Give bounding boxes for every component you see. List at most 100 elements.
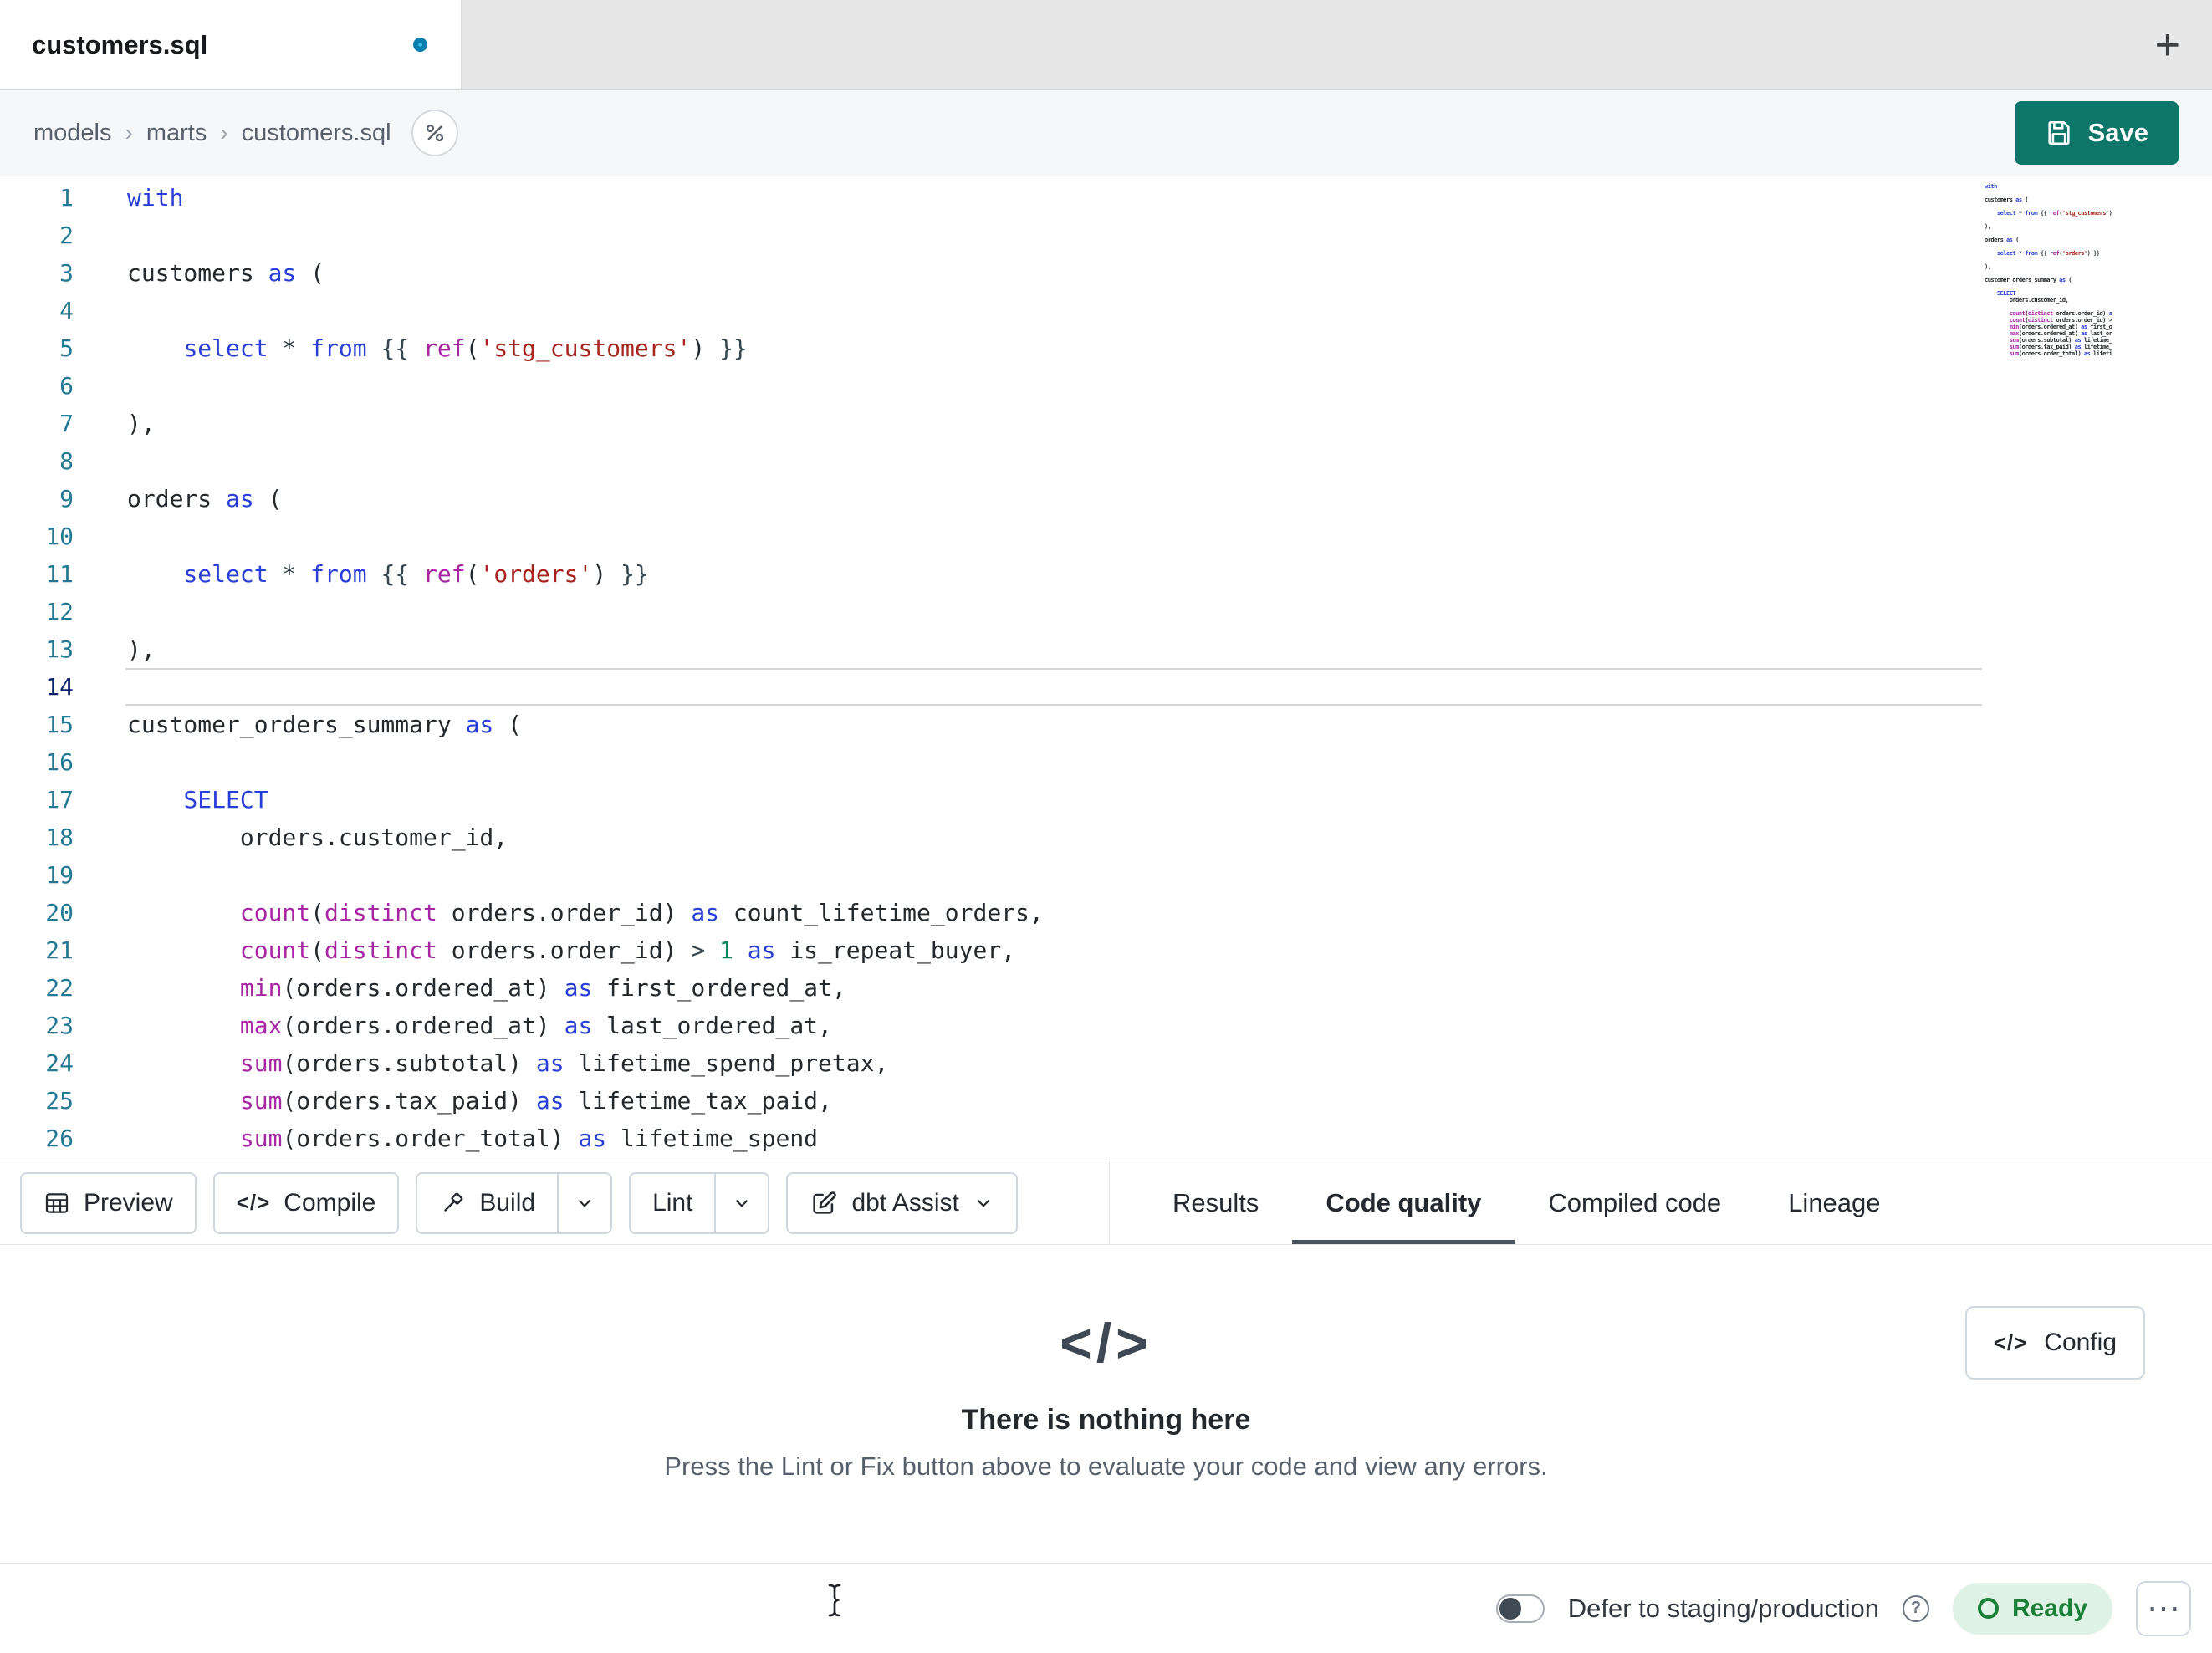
minimap-line: select * from {{ ref('orders') }} (1996, 250, 2100, 257)
minimap-line: sum(orders.tax_paid) as lifetime_tax_pai… (2009, 344, 2112, 350)
code-line[interactable]: 18 orders.customer_id, (0, 819, 2212, 856)
editor-tab-bar: customers.sql + (0, 0, 2212, 90)
line-number: 22 (45, 974, 74, 1002)
line-number: 14 (45, 673, 74, 701)
code-line[interactable]: 19 (0, 856, 2212, 894)
line-number: 10 (45, 523, 74, 550)
code-line[interactable]: 26 sum(orders.order_total) as lifetime_s… (0, 1120, 2212, 1157)
save-button[interactable]: Save (2014, 101, 2179, 165)
line-number: 6 (59, 372, 74, 400)
code-line[interactable]: 1 with (0, 179, 2212, 217)
code-line[interactable]: 12 (0, 593, 2212, 630)
code-line[interactable]: 11 select * from {{ ref('orders') }} (0, 555, 2212, 593)
file-tab-title: customers.sql (32, 29, 208, 59)
build-button[interactable]: Build (417, 1173, 558, 1232)
minimap[interactable]: with customers as ( select * from {{ ref(… (1985, 183, 2112, 384)
new-tab-button[interactable]: + (2147, 23, 2189, 67)
minimap-line: customer_orders_summary as ( (1985, 277, 2072, 283)
help-icon[interactable]: ? (1902, 1594, 1929, 1622)
breadcrumb-separator-icon: › (125, 120, 133, 145)
edit-sparkle-icon (810, 1189, 838, 1217)
code-empty-icon: </> (1060, 1312, 1152, 1374)
code-line[interactable]: 25 sum(orders.tax_paid) as lifetime_tax_… (0, 1082, 2212, 1120)
line-number: 19 (45, 861, 74, 889)
line-number: 26 (45, 1125, 74, 1152)
status-ring-icon (1977, 1598, 1999, 1619)
line-number: 9 (59, 485, 74, 513)
minimap-line (1985, 190, 2112, 196)
minimap-line: min(orders.ordered_at) as first_ordered_… (2009, 324, 2112, 330)
format-button[interactable] (411, 110, 458, 156)
defer-toggle[interactable] (1495, 1594, 1545, 1623)
code-line[interactable]: 24 sum(orders.subtotal) as lifetime_spen… (0, 1044, 2212, 1082)
tab-results[interactable]: Results (1139, 1161, 1292, 1244)
tab-lineage[interactable]: Lineage (1755, 1161, 1913, 1244)
empty-state: </> There is nothing here Press the Lint… (0, 1245, 2212, 1482)
dbt-assist-button[interactable]: dbt Assist (786, 1171, 1018, 1234)
chevron-down-icon (973, 1192, 994, 1214)
build-label: Build (479, 1188, 536, 1217)
tab-compiled-code[interactable]: Compiled code (1515, 1161, 1755, 1244)
code-line[interactable]: 9 orders as ( (0, 480, 2212, 518)
breadcrumb-marts: marts (146, 119, 207, 146)
code-line[interactable]: 14 (0, 668, 2212, 706)
code-line[interactable]: 2 (0, 217, 2212, 254)
code-line[interactable]: 20 count(distinct orders.order_id) as co… (0, 894, 2212, 931)
preview-button[interactable]: Preview (20, 1171, 197, 1234)
more-options-button[interactable]: ⋯ (2136, 1580, 2191, 1636)
line-number: 15 (45, 711, 74, 738)
code-line[interactable]: 10 (0, 518, 2212, 555)
line-number: 17 (45, 786, 74, 814)
compile-label: Compile (284, 1188, 376, 1217)
text-cursor-icon (824, 1582, 845, 1619)
lint-button[interactable]: Lint (631, 1173, 715, 1232)
line-number: 13 (45, 635, 74, 663)
save-icon (2045, 119, 2073, 147)
breadcrumb-bar: models › marts › customers.sql Save (0, 90, 2212, 176)
code-line[interactable]: 7), (0, 405, 2212, 442)
breadcrumb: models › marts › customers.sql (33, 120, 391, 147)
file-tab-customers-sql[interactable]: customers.sql (0, 0, 462, 89)
line-number: 4 (59, 297, 74, 324)
status-bar: Defer to staging/production ? Ready ⋯ (0, 1563, 2212, 1653)
minimap-line: customers as ( (1985, 196, 2029, 203)
compile-button[interactable]: </> Compile (212, 1171, 400, 1234)
code-line[interactable]: 17 SELECT (0, 781, 2212, 819)
minimap-line: orders as ( (1985, 237, 2019, 243)
minimap-line: select * from {{ ref('stg_customers') }} (1996, 210, 2112, 217)
hammer-icon (439, 1190, 466, 1217)
code-line[interactable]: 16 (0, 743, 2212, 781)
minimap-line: orders.customer_id, (1985, 297, 2069, 304)
code-line[interactable]: 21 count(distinct orders.order_id) > 1 a… (0, 931, 2212, 969)
empty-state-title: There is nothing here (961, 1404, 1251, 1436)
toggle-knob (1499, 1597, 1521, 1620)
chevron-down-icon (731, 1192, 753, 1214)
code-lines: 1 with 2 3 customers as ( 4 5 select * from {{… (0, 179, 2212, 1157)
code-line[interactable]: 22 min(orders.ordered_at) as first_order… (0, 969, 2212, 1007)
minimap-line: count(distinct orders.order_id) as count… (2009, 310, 2112, 317)
minimap-line: ), (1985, 223, 1991, 230)
code-line[interactable]: 8 (0, 442, 2212, 480)
minimap-line (1985, 270, 2112, 277)
minimap-line: sum(orders.subtotal) as lifetime_spend_p… (2009, 337, 2112, 344)
line-number: 1 (59, 184, 74, 212)
dbt-assist-label: dbt Assist (851, 1188, 959, 1217)
minimap-line: count(distinct orders.order_id) > 1 as i… (2009, 317, 2112, 324)
minimap-line (1985, 230, 2112, 237)
code-line[interactable]: 23 max(orders.ordered_at) as last_ordere… (0, 1007, 2212, 1044)
code-line[interactable]: 6 (0, 367, 2212, 405)
code-line[interactable]: 13), (0, 630, 2212, 668)
code-line[interactable]: 3 customers as ( (0, 254, 2212, 292)
code-line[interactable]: 5 select * from {{ ref('stg_customers') … (0, 329, 2212, 367)
breadcrumb-separator-icon: › (220, 120, 228, 145)
lint-label: Lint (652, 1188, 693, 1217)
status-badge[interactable]: Ready (1952, 1582, 2112, 1635)
code-editor[interactable]: 1 with 2 3 customers as ( 4 5 select * from {{… (0, 176, 2212, 1161)
lint-dropdown-button[interactable] (714, 1173, 769, 1232)
build-dropdown-button[interactable] (557, 1173, 611, 1232)
code-line[interactable]: 15 customer_orders_summary as ( (0, 706, 2212, 743)
tab-code-quality[interactable]: Code quality (1292, 1161, 1515, 1244)
code-line[interactable]: 4 (0, 292, 2212, 329)
line-number: 20 (45, 899, 74, 926)
minimap-line (1985, 203, 2112, 210)
